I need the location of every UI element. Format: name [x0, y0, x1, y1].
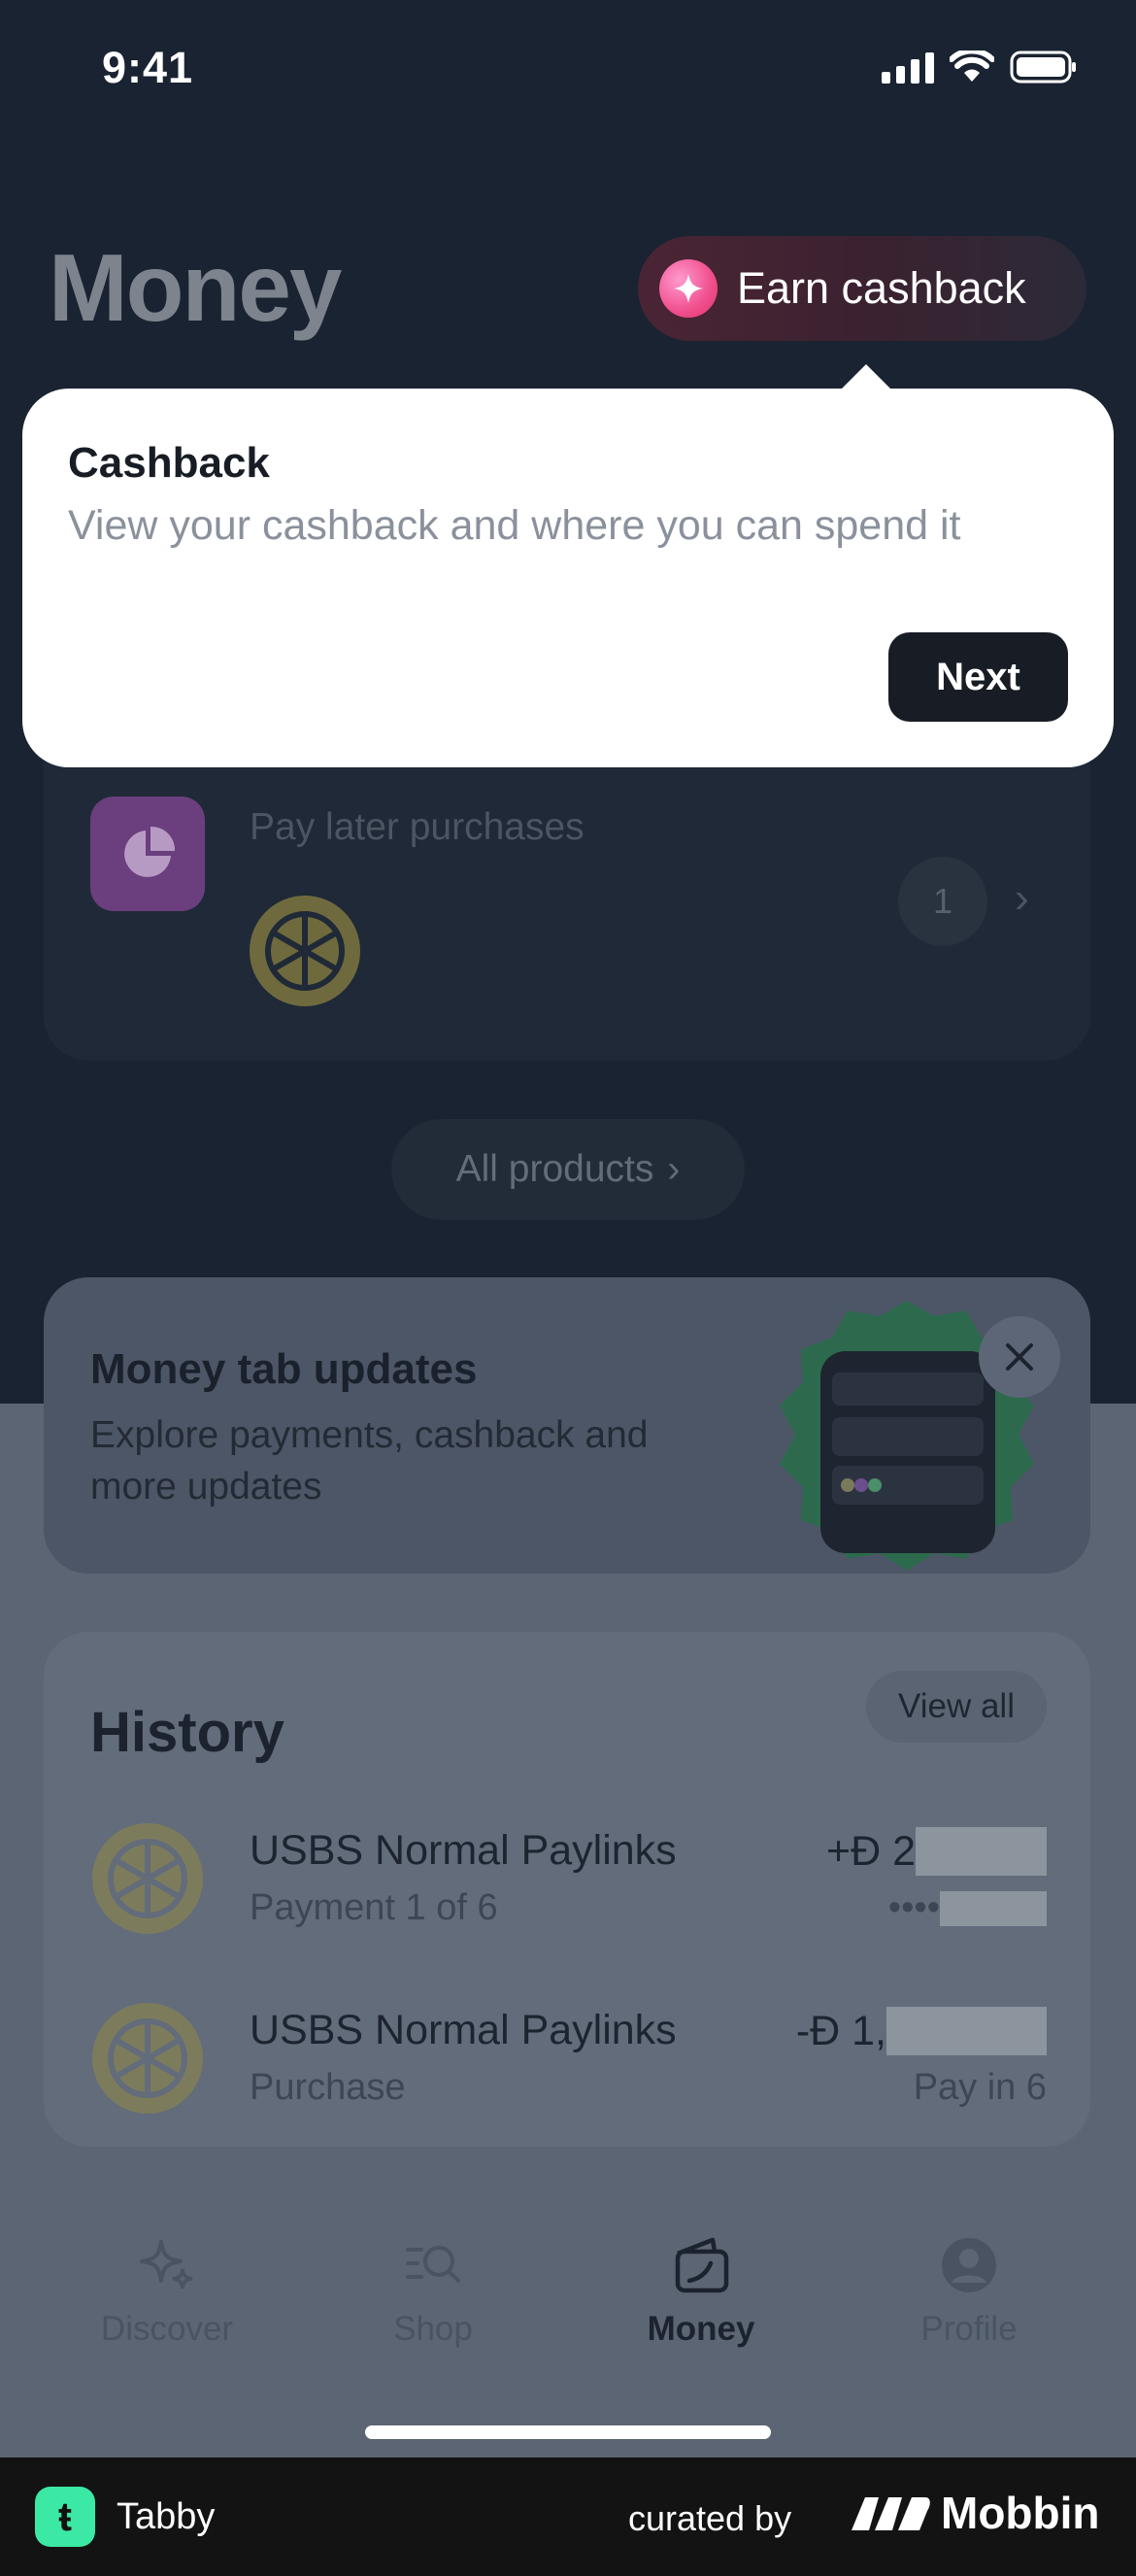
merchant-logo-icon — [92, 1823, 203, 1934]
next-button[interactable]: Next — [888, 632, 1068, 722]
history-card: History View all USBS Normal Paylinks Pa… — [44, 1632, 1090, 2147]
amount-text: -Đ 1, — [795, 2007, 886, 2054]
close-icon — [1006, 1343, 1033, 1371]
amount-text: +Đ 2 — [825, 1827, 916, 1875]
history-row[interactable]: USBS Normal Paylinks Payment 1 of 6 +Đ 2… — [44, 1812, 1090, 1957]
history-right-subtitle: Pay in 6 — [913, 2067, 1047, 2108]
updates-title: Money tab updates — [90, 1345, 478, 1393]
history-row[interactable]: USBS Normal Paylinks Purchase -Đ 1, Pay … — [44, 1991, 1090, 2137]
status-time: 9:41 — [102, 43, 194, 92]
history-right-subtitle: •••• — [888, 1887, 1047, 1929]
merchant-logo-icon — [92, 2003, 203, 2114]
close-updates-button[interactable] — [979, 1316, 1060, 1398]
redacted-block — [940, 1890, 1047, 1926]
app-name: Tabby — [117, 2496, 216, 2537]
redacted-block — [916, 1827, 1047, 1876]
tab-shop[interactable]: Shop — [326, 2234, 540, 2349]
signal-icon — [882, 51, 934, 84]
redacted-block — [886, 2007, 1047, 2055]
chevron-right-icon: › — [1015, 874, 1029, 922]
paylater-count-badge: 1 — [898, 857, 987, 946]
mobbin-name: Mobbin — [941, 2488, 1100, 2538]
wallet-icon — [675, 2237, 729, 2293]
updates-body: Explore payments, cashback and more upda… — [90, 1414, 649, 1508]
paylater-card[interactable]: Pay later purchases 1 › — [44, 738, 1090, 1061]
battery-icon — [1010, 51, 1076, 84]
history-merchant-name: USBS Normal Paylinks — [250, 2007, 677, 2053]
tooltip-body: View your cashback and where you can spe… — [68, 502, 961, 549]
page-title: Money — [49, 234, 342, 341]
app-screen: 9:41 Money Earn cashback Pay later purch… — [0, 0, 1136, 2457]
money-updates-card[interactable]: Money tab updates Explore payments, cash… — [44, 1277, 1090, 1574]
tooltip-title: Cashback — [68, 439, 270, 487]
history-subtitle: Payment 1 of 6 — [250, 1887, 498, 1928]
masked-text: •••• — [887, 1887, 940, 1928]
paylater-label: Pay later purchases — [250, 806, 585, 848]
history-subtitle: Purchase — [250, 2067, 406, 2108]
history-merchant-name: USBS Normal Paylinks — [250, 1827, 677, 1874]
merchant-logo-icon — [250, 896, 360, 1006]
all-products-button[interactable]: All products › — [391, 1119, 745, 1220]
tab-label: Discover — [100, 2310, 234, 2348]
cashback-tooltip: Cashback View your cashback and where yo… — [22, 389, 1114, 767]
tab-label: Shop — [393, 2310, 473, 2348]
mobbin-mark-icon — [852, 2497, 930, 2530]
tab-money[interactable]: Money — [594, 2234, 808, 2349]
tab-label: Money — [647, 2310, 755, 2348]
wifi-icon — [950, 51, 994, 82]
pie-chart-icon — [90, 797, 205, 911]
earn-cashback-label: Earn cashback — [737, 263, 1026, 313]
sparkle-icon — [659, 259, 718, 318]
tabby-logo-icon: ŧ — [35, 2487, 95, 2547]
view-all-button[interactable]: View all — [866, 1671, 1047, 1743]
status-icons — [882, 51, 1078, 84]
tab-discover[interactable]: Discover — [60, 2234, 274, 2349]
profile-icon — [942, 2238, 996, 2292]
history-title: History — [90, 1701, 284, 1764]
tab-bar: Discover Shop Money Profile — [0, 2234, 1136, 2380]
tab-profile[interactable]: Profile — [862, 2234, 1076, 2349]
footer-bar: ŧ Tabby curated by Mobbin — [0, 2457, 1136, 2576]
sparkles-icon — [140, 2240, 193, 2289]
history-amount: -Đ 1, — [796, 2007, 1047, 2055]
search-list-icon — [406, 2246, 460, 2283]
earn-cashback-button[interactable]: Earn cashback — [638, 236, 1086, 341]
chevron-right-icon: › — [667, 1148, 681, 1190]
home-indicator — [365, 2425, 771, 2439]
all-products-label: All products — [455, 1148, 654, 1190]
curated-by-label: curated by — [628, 2498, 792, 2538]
mobbin-logo: Mobbin — [850, 2487, 1100, 2539]
history-amount: +Đ 2 — [826, 1827, 1047, 1876]
tab-label: Profile — [920, 2310, 1018, 2348]
